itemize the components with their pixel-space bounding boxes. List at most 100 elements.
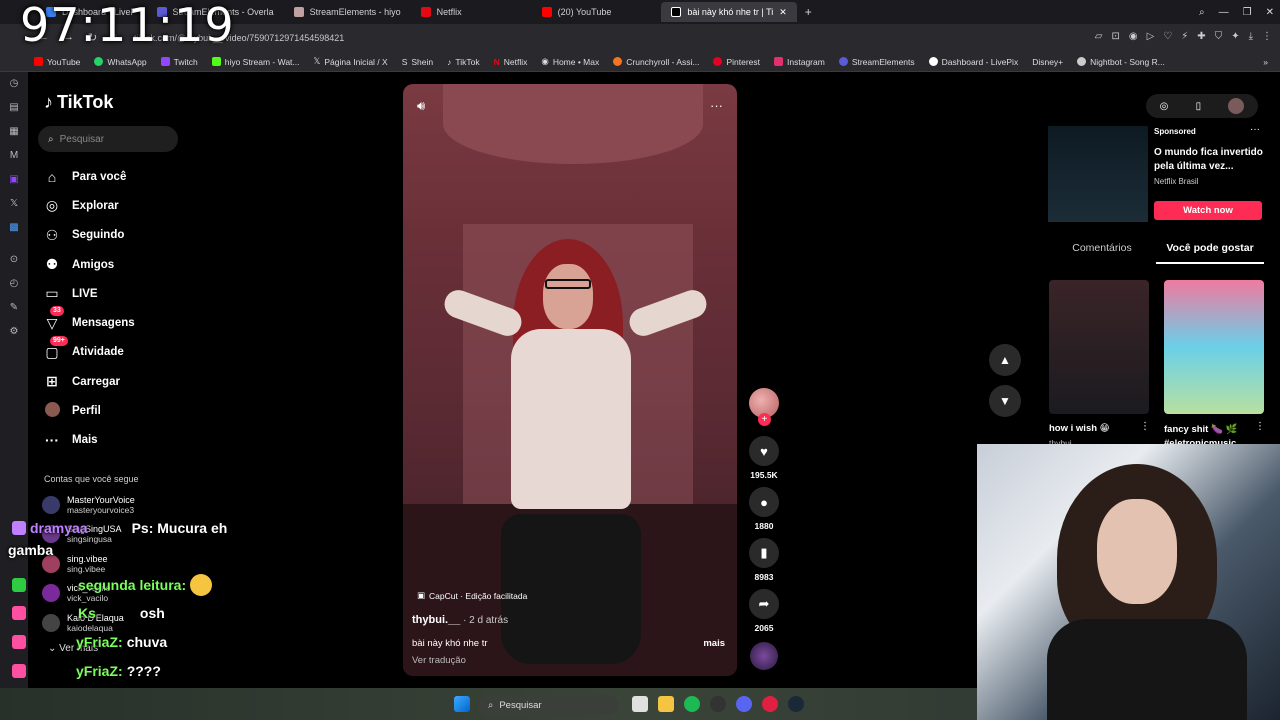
download-icon[interactable]: ⤓ — [1249, 31, 1253, 42]
recommended-video-card[interactable] — [1164, 280, 1264, 414]
close-window-icon[interactable]: ✕ — [1266, 7, 1274, 18]
capcut-label[interactable]: ▣ CapCut · Edição facilitada — [417, 590, 527, 601]
puzzle-icon[interactable]: ✚ — [1197, 31, 1205, 42]
bookmark-youtube[interactable]: YouTube — [34, 57, 80, 67]
video-author[interactable]: thybui.__ · 2 d atrás — [412, 614, 508, 626]
bookmark-netflix[interactable]: N Netflix — [494, 57, 528, 67]
sponsored-title[interactable]: O mundo fica invertido pela última vez..… — [1154, 146, 1264, 174]
bookmark-x[interactable]: 𝕏 Página Inicial / X — [314, 56, 388, 67]
sidebar-x-icon[interactable]: 𝕏 — [7, 196, 21, 210]
opera-icon[interactable] — [762, 696, 778, 712]
comment-button[interactable]: ● 1880 — [749, 487, 779, 531]
extension-icon[interactable]: ⚡ — [1181, 31, 1188, 42]
card-options-icon[interactable]: ⋮ — [1255, 421, 1265, 432]
sidebar-play-icon[interactable]: ⊙ — [7, 252, 21, 266]
bookmarks-overflow-icon[interactable]: » — [1263, 57, 1268, 67]
taskbar-search[interactable]: ⌕ Pesquisar — [478, 695, 618, 715]
nav-explore[interactable]: ◎ Explorar — [44, 191, 135, 220]
sponsored-thumbnail[interactable] — [1048, 126, 1148, 222]
bookmark-disney[interactable]: Disney+ — [1032, 57, 1063, 67]
bookmark-livepix[interactable]: Dashboard - LivePix — [928, 57, 1018, 67]
shield-icon[interactable]: ⛉ — [1215, 31, 1223, 42]
bookmark-hiyo-stream[interactable]: hiyo Stream - Wat... — [211, 57, 300, 67]
tab-tiktok-active[interactable]: bài này khó nhe tr | Ti ✕ — [661, 2, 797, 22]
save-button[interactable]: ▮ 8983 — [749, 538, 779, 582]
volume-icon[interactable]: 🔊︎ — [417, 98, 425, 114]
camera-icon[interactable]: ◉ — [1129, 31, 1138, 42]
nav-messages[interactable]: ▽ 33 Mensagens — [44, 306, 135, 337]
video-player[interactable]: 🔊︎ ··· ▣ CapCut · Edição facilitada thybu… — [403, 84, 737, 676]
nav-more[interactable]: ··· Mais — [44, 426, 135, 455]
music-disc-icon[interactable] — [750, 642, 778, 670]
bookmark-whatsapp[interactable]: WhatsApp — [94, 57, 147, 67]
tab-you-may-like[interactable]: Você pode gostar — [1156, 242, 1264, 264]
windows-start-icon[interactable] — [454, 696, 470, 712]
nav-friends[interactable]: ⚉ Amigos — [44, 250, 135, 279]
card-options-icon[interactable]: ⋮ — [1140, 421, 1150, 432]
menu-icon[interactable]: ⋮ — [1262, 31, 1272, 42]
next-video-button[interactable]: ▼ — [989, 385, 1021, 417]
bookmark-twitch[interactable]: Twitch — [160, 57, 198, 67]
bookmark-icon[interactable]: ▱ — [1095, 31, 1103, 42]
sidebar-bookmarks-icon[interactable]: ▤ — [7, 100, 21, 114]
task-view-icon[interactable] — [632, 696, 648, 712]
sidebar-twitch-icon[interactable]: ▣ — [7, 172, 21, 186]
sponsored-options-icon[interactable]: ··· — [1250, 124, 1260, 135]
sidebar-reading-icon[interactable]: ▦ — [7, 124, 21, 138]
discord-icon[interactable] — [736, 696, 752, 712]
translate-link[interactable]: Ver tradução — [412, 655, 466, 666]
screenshot-icon[interactable]: ⊡ — [1111, 31, 1119, 42]
like-button[interactable]: ♥ 195.5K — [749, 436, 779, 480]
tab-comments[interactable]: Comentários — [1048, 242, 1156, 264]
close-tab-icon[interactable]: ✕ — [779, 7, 787, 18]
sidebar-speed-dial-icon[interactable]: ◷ — [7, 76, 21, 90]
sidebar-notes-icon[interactable]: ✎ — [7, 300, 21, 314]
compass-icon[interactable]: ◎ — [1160, 101, 1169, 112]
bookmark-nightbot[interactable]: Nightbot - Song R... — [1077, 57, 1165, 67]
new-tab-button[interactable]: + — [805, 5, 812, 19]
tiktok-logo[interactable]: ♪ TikTok — [44, 92, 113, 113]
recommended-video-card[interactable] — [1049, 280, 1149, 414]
creator-avatar[interactable]: + — [749, 388, 779, 426]
phone-icon[interactable]: ▯ — [1196, 101, 1202, 112]
ai-icon[interactable]: ✦ — [1231, 31, 1239, 42]
maximize-icon[interactable]: ❐ — [1243, 7, 1252, 18]
tab-netflix[interactable]: Netflix — [411, 2, 472, 22]
watch-now-button[interactable]: Watch now — [1154, 201, 1262, 220]
sidebar-mail-icon[interactable]: M — [7, 148, 21, 162]
search-input[interactable]: ⌕ Pesquisar — [38, 126, 178, 152]
file-explorer-icon[interactable] — [658, 696, 674, 712]
tab-youtube[interactable]: (20) YouTube — [532, 2, 622, 22]
share-button[interactable]: ➦ 2065 — [749, 589, 779, 633]
bookmark-crunchyroll[interactable]: Crunchyroll - Assi... — [613, 57, 699, 67]
nav-upload[interactable]: ⊞ Carregar — [44, 367, 135, 396]
more-button[interactable]: mais — [703, 638, 725, 649]
nav-activity[interactable]: ▢ 99+ Atividade — [44, 335, 135, 367]
bookmark-tiktok[interactable]: ♪ TikTok — [447, 57, 480, 67]
nav-profile[interactable]: Perfil — [44, 396, 135, 425]
search-tabs-icon[interactable]: ⌕ — [1199, 7, 1205, 18]
following-item[interactable]: MasterYourVoice masteryourvoice3 — [42, 490, 135, 520]
sidebar-app-icon[interactable]: ▩ — [7, 220, 21, 234]
tab-streamelements-hiyo[interactable]: StreamElements - hiyo — [284, 2, 411, 22]
bookmark-streamelements[interactable]: StreamElements — [838, 57, 915, 67]
steam-icon[interactable] — [788, 696, 804, 712]
follow-plus-icon[interactable]: + — [758, 413, 771, 426]
bookmark-pinterest[interactable]: Pinterest — [713, 57, 760, 67]
previous-video-button[interactable]: ▲ — [989, 344, 1021, 376]
play-icon[interactable]: ▷ — [1147, 31, 1155, 42]
nav-live[interactable]: ▭ LIVE — [44, 279, 135, 308]
obs-icon[interactable] — [710, 696, 726, 712]
sidebar-history-icon[interactable]: ◴ — [7, 276, 21, 290]
bookmark-shein[interactable]: S Shein — [402, 57, 433, 67]
user-avatar[interactable] — [1228, 98, 1245, 114]
minimize-icon[interactable]: — — [1219, 7, 1229, 18]
sidebar-settings-icon[interactable]: ⚙ — [7, 324, 21, 338]
bookmark-max[interactable]: ◉ Home • Max — [541, 56, 599, 67]
spotify-icon[interactable] — [684, 696, 700, 712]
video-options-icon[interactable]: ··· — [710, 98, 723, 113]
nav-for-you[interactable]: ⌂ Para você — [44, 162, 135, 191]
nav-following[interactable]: ⚇ Seguindo — [44, 221, 135, 250]
heart-icon[interactable]: ♡ — [1163, 31, 1172, 42]
bookmark-instagram[interactable]: Instagram — [774, 57, 825, 67]
